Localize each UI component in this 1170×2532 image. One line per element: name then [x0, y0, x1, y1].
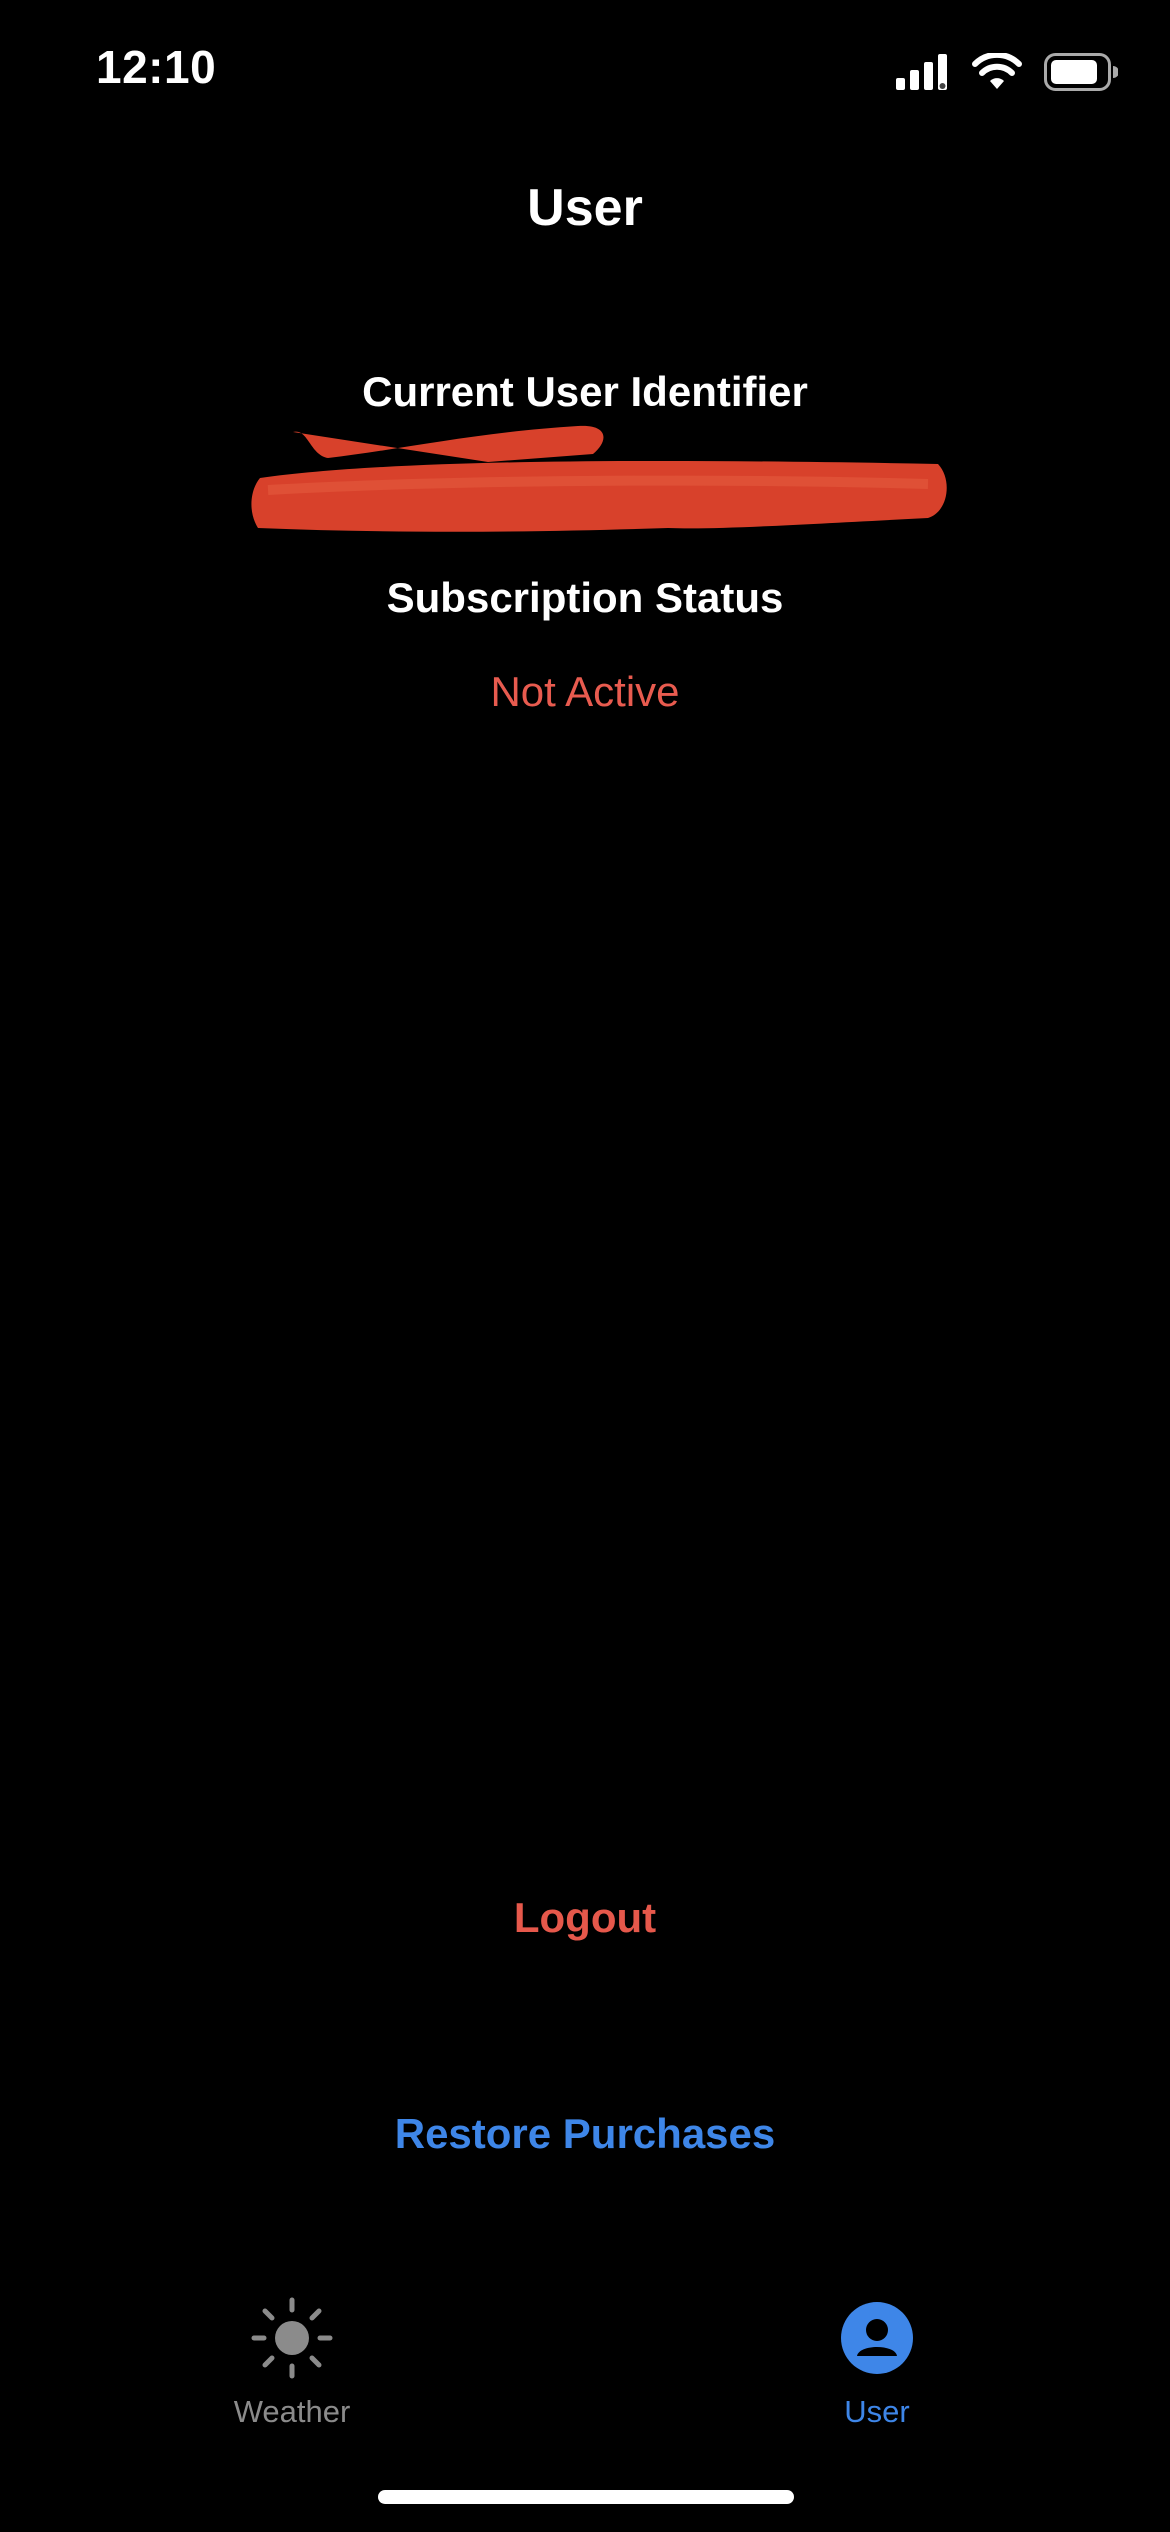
battery-icon: [1044, 52, 1119, 96]
sun-icon: [172, 2296, 412, 2380]
subscription-status-label: Subscription Status: [386, 574, 784, 621]
page-title: User: [527, 179, 643, 237]
restore-purchases-button[interactable]: Restore Purchases: [0, 2110, 1170, 2158]
wifi-icon: [972, 51, 1022, 96]
tab-weather[interactable]: Weather: [172, 2296, 412, 2430]
tab-weather-label: Weather: [233, 2394, 351, 2429]
user-identifier-label: Current User Identifier: [362, 368, 808, 415]
home-indicator[interactable]: [378, 2490, 794, 2504]
cellular-signal-icon: [896, 52, 950, 97]
tab-user-label: User: [844, 2394, 910, 2429]
person-icon: [757, 2296, 997, 2380]
subscription-status-value: Not Active: [490, 668, 680, 715]
status-bar-time: 12:10: [96, 41, 217, 93]
tab-user[interactable]: User: [757, 2296, 997, 2430]
redaction-scribble: [251, 425, 947, 532]
logout-button[interactable]: Logout: [0, 1894, 1170, 1942]
status-bar-icons: [896, 50, 1119, 98]
